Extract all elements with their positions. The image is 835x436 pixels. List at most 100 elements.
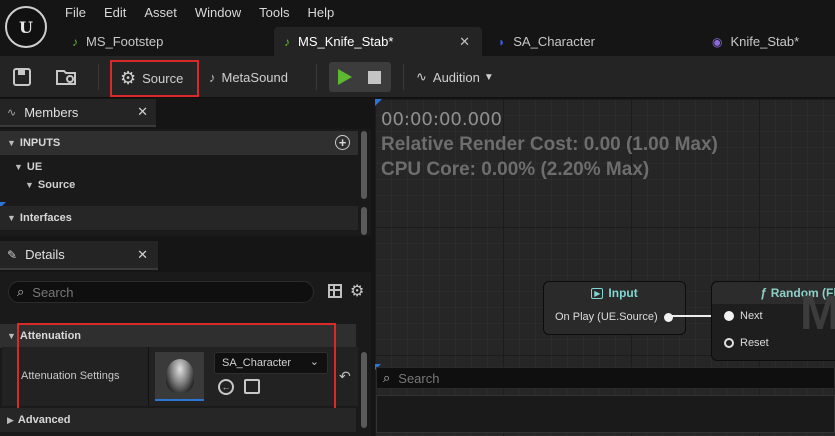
tab-label: SA_Character bbox=[513, 34, 595, 49]
document-tabs: ♪ MS_Footstep ♪ MS_Knife_Stab* ✕ ◗ SA_Ch… bbox=[56, 27, 835, 56]
source-label: Source bbox=[142, 71, 184, 86]
details-scrollbar[interactable] bbox=[361, 352, 367, 428]
menu-file[interactable]: File bbox=[56, 4, 95, 22]
focus-corner bbox=[375, 99, 382, 106]
play-icon[interactable] bbox=[338, 69, 352, 85]
asset-toolbar: ⚙ Source ♪ MetaSound ∿ Audition ▼ bbox=[0, 56, 835, 98]
ue-namespace-row[interactable]: ▼ UE bbox=[14, 158, 42, 176]
collapse-arrow-icon: ▼ bbox=[7, 138, 16, 148]
trigger-pin-icon[interactable] bbox=[724, 311, 734, 321]
function-icon: ƒ bbox=[760, 286, 767, 300]
members-title: Members bbox=[24, 104, 79, 120]
tab-sa-character[interactable]: ◗ SA_Character bbox=[488, 27, 688, 56]
advanced-label: Advanced bbox=[17, 414, 71, 426]
toolbar-divider bbox=[403, 64, 404, 90]
search-icon: ⌕ bbox=[383, 370, 391, 385]
tab-label: Knife_Stab* bbox=[730, 34, 800, 49]
playback-time: 00:00:00.000 bbox=[381, 109, 502, 130]
trigger-pin-icon[interactable] bbox=[663, 312, 673, 322]
members-scrollbar[interactable] bbox=[361, 131, 367, 199]
toolbar-divider bbox=[98, 64, 99, 90]
metasound-icon: ♪ bbox=[284, 34, 290, 49]
inputs-label: INPUTS bbox=[19, 137, 61, 149]
folder-search-icon bbox=[56, 70, 76, 85]
menu-asset[interactable]: Asset bbox=[135, 4, 186, 22]
title-bar: U File Edit Asset Window Tools Help ♪ MS… bbox=[0, 0, 835, 56]
on-play-output-pin[interactable]: On Play (UE.Source) bbox=[555, 311, 673, 323]
interfaces-label: Interfaces bbox=[19, 212, 72, 224]
details-panel: ⌕ Search ⚙ ▼ Attenuation Attenuation Set… bbox=[0, 272, 371, 436]
members-scrollbar-lower[interactable] bbox=[361, 207, 367, 235]
reset-to-default-icon[interactable]: ↶ bbox=[339, 368, 351, 385]
collapse-arrow-icon: ▼ bbox=[25, 180, 34, 190]
close-icon[interactable]: ✕ bbox=[137, 104, 148, 120]
save-button[interactable] bbox=[12, 61, 32, 93]
advanced-category[interactable]: ▶ Advanced bbox=[0, 408, 356, 432]
logo-letter: U bbox=[19, 17, 33, 37]
members-panel-tab[interactable]: ∿ Members ✕ bbox=[0, 99, 156, 127]
ue-label: UE bbox=[26, 161, 43, 173]
search-placeholder: Search bbox=[398, 370, 440, 386]
menu-tools[interactable]: Tools bbox=[250, 4, 298, 22]
collapse-arrow-icon: ▼ bbox=[7, 213, 16, 223]
metasound-source-icon: ◉ bbox=[712, 34, 723, 49]
menu-bar: File Edit Asset Window Tools Help bbox=[56, 4, 343, 22]
members-panel: ▼ INPUTS + ▼ UE ▼ Source ▼ Interfaces bbox=[0, 129, 371, 236]
details-search-input[interactable]: ⌕ Search bbox=[8, 281, 314, 303]
menu-window[interactable]: Window bbox=[186, 4, 250, 22]
table-view-icon[interactable] bbox=[328, 284, 342, 298]
pin-label: On Play (UE.Source) bbox=[555, 311, 658, 323]
close-icon[interactable]: ✕ bbox=[137, 247, 148, 263]
browse-to-asset-button[interactable] bbox=[55, 61, 79, 93]
toolbar-divider bbox=[316, 64, 317, 90]
tab-ms-knife-stab[interactable]: ♪ MS_Knife_Stab* ✕ bbox=[274, 27, 482, 56]
metasound-wave-icon: ♪ bbox=[209, 69, 216, 85]
menu-edit[interactable]: Edit bbox=[95, 4, 135, 22]
input-node-title: Input bbox=[608, 286, 638, 300]
interfaces-category[interactable]: ▼ Interfaces bbox=[0, 206, 358, 230]
tab-label: MS_Knife_Stab* bbox=[298, 34, 394, 49]
audition-dropdown[interactable]: ∿ Audition ▼ bbox=[416, 61, 494, 93]
tab-label: MS_Footstep bbox=[86, 34, 164, 49]
source-input-row[interactable]: ▼ Source bbox=[25, 176, 75, 194]
audition-label: Audition bbox=[432, 69, 480, 85]
add-icon[interactable]: + bbox=[335, 135, 350, 150]
details-title: Details bbox=[25, 247, 65, 262]
members-icon: ∿ bbox=[7, 106, 17, 119]
stop-icon[interactable] bbox=[368, 71, 381, 84]
waveform-icon: ∿ bbox=[416, 69, 427, 84]
close-icon[interactable]: ✕ bbox=[459, 34, 470, 50]
node-watermark: M bbox=[800, 287, 835, 340]
settings-gear-icon[interactable]: ⚙ bbox=[350, 281, 364, 301]
metasound-button[interactable]: ♪ MetaSound bbox=[209, 61, 288, 93]
chevron-down-icon: ▼ bbox=[483, 71, 494, 83]
tab-knife-stab[interactable]: ◉ Knife_Stab* bbox=[702, 27, 835, 56]
reset-input-pin[interactable]: Reset bbox=[724, 337, 769, 349]
metasound-label: MetaSound bbox=[221, 69, 289, 85]
collapse-arrow-icon: ▼ bbox=[7, 331, 16, 341]
next-input-pin[interactable]: Next bbox=[724, 310, 763, 322]
trigger-pin-icon[interactable] bbox=[724, 338, 734, 348]
graph-stats-overlay: 00:00:00.000 Relative Render Cost: 0.00 … bbox=[381, 107, 718, 182]
search-placeholder: Search bbox=[32, 284, 74, 300]
save-icon bbox=[13, 68, 31, 86]
inputs-category[interactable]: ▼ INPUTS + bbox=[0, 131, 358, 155]
input-node[interactable]: ▶ Input On Play (UE.Source) bbox=[543, 281, 686, 335]
pin-label: Next bbox=[740, 310, 763, 322]
highlight-box bbox=[17, 323, 336, 410]
collapse-arrow-icon: ▼ bbox=[14, 162, 23, 172]
playback-controls bbox=[329, 62, 391, 92]
cpu-core-text: CPU Core: 0.00% (2.20% Max) bbox=[381, 159, 650, 180]
tab-ms-footstep[interactable]: ♪ MS_Footstep bbox=[62, 27, 262, 56]
graph-search-input[interactable]: ⌕ Search bbox=[376, 367, 835, 389]
source-button[interactable]: ⚙ Source bbox=[110, 60, 199, 97]
menu-help[interactable]: Help bbox=[298, 4, 343, 22]
sound-attenuation-icon: ◗ bbox=[498, 34, 506, 49]
details-panel-tab[interactable]: ✎ Details ✕ bbox=[0, 241, 158, 270]
input-node-icon: ▶ bbox=[591, 287, 604, 299]
render-cost-text: Relative Render Cost: 0.00 (1.00 Max) bbox=[381, 134, 718, 155]
input-node-header: ▶ Input bbox=[544, 282, 685, 304]
source-input-label: Source bbox=[37, 179, 76, 191]
unreal-logo-icon[interactable]: U bbox=[5, 6, 47, 48]
gear-icon: ⚙ bbox=[120, 68, 137, 88]
